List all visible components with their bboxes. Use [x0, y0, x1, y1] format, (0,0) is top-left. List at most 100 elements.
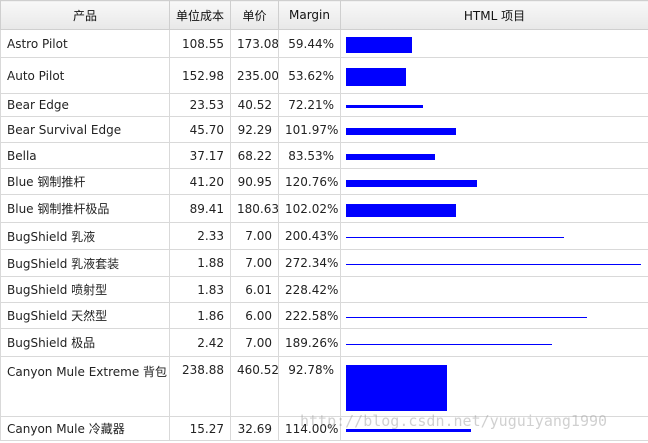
table-row: Bear Edge 23.53 40.52 72.21%	[0, 93, 648, 117]
html-item-bar	[346, 105, 423, 108]
table-row: Canyon Mule 冷藏器 15.27 32.69 114.00%	[0, 416, 648, 441]
table-header-row: 产品 单位成本 单价 Margin HTML 项目	[0, 0, 648, 30]
cell-unit-price: 40.52	[230, 93, 279, 117]
cell-product: Blue 钢制推杆极品	[0, 194, 170, 223]
html-item-bar	[346, 180, 477, 187]
cell-unit-cost: 2.33	[169, 222, 231, 250]
cell-margin: 189.26%	[278, 328, 341, 357]
cell-unit-cost: 2.42	[169, 328, 231, 357]
cell-margin: 200.43%	[278, 222, 341, 250]
cell-html-item	[340, 142, 648, 169]
cell-html-item	[340, 57, 648, 94]
table-row: BugShield 喷射型 1.83 6.01 228.42%	[0, 276, 648, 303]
cell-margin: 272.34%	[278, 249, 341, 277]
cell-product: Auto Pilot	[0, 57, 170, 94]
cell-product: Astro Pilot	[0, 29, 170, 58]
cell-unit-cost: 89.41	[169, 194, 231, 223]
cell-margin: 114.00%	[278, 416, 341, 441]
cell-html-item	[340, 249, 648, 277]
html-item-bar	[346, 154, 435, 160]
table-row: BugShield 乳液套装 1.88 7.00 272.34%	[0, 249, 648, 277]
cell-html-item	[340, 328, 648, 357]
table-row: BugShield 天然型 1.86 6.00 222.58%	[0, 302, 648, 329]
cell-margin: 228.42%	[278, 276, 341, 303]
cell-product: BugShield 乳液套装	[0, 249, 170, 277]
cell-html-item	[340, 93, 648, 117]
column-header-product[interactable]: 产品	[0, 0, 170, 30]
cell-unit-price: 6.01	[230, 276, 279, 303]
cell-unit-cost: 45.70	[169, 116, 231, 143]
cell-product: BugShield 乳液	[0, 222, 170, 250]
html-item-bar	[346, 429, 471, 432]
table-row: Auto Pilot 152.98 235.00 53.62%	[0, 57, 648, 94]
cell-margin: 83.53%	[278, 142, 341, 169]
cell-margin: 53.62%	[278, 57, 341, 94]
table-row: Canyon Mule Extreme 背包 238.88 460.52 92.…	[0, 356, 648, 417]
column-header-html-item[interactable]: HTML 项目	[340, 0, 648, 30]
cell-html-item	[340, 416, 648, 441]
html-item-bar	[346, 68, 406, 86]
table-row: Blue 钢制推杆极品 89.41 180.63 102.02%	[0, 194, 648, 223]
cell-unit-cost: 1.86	[169, 302, 231, 329]
cell-margin: 102.02%	[278, 194, 341, 223]
cell-unit-price: 92.29	[230, 116, 279, 143]
cell-html-item	[340, 276, 648, 303]
cell-html-item	[340, 116, 648, 143]
cell-unit-cost: 1.88	[169, 249, 231, 277]
cell-unit-price: 68.22	[230, 142, 279, 169]
html-item-bar	[346, 344, 552, 345]
table-row: Blue 钢制推杆 41.20 90.95 120.76%	[0, 168, 648, 195]
cell-html-item	[340, 222, 648, 250]
table-row: BugShield 极品 2.42 7.00 189.26%	[0, 328, 648, 357]
cell-margin: 59.44%	[278, 29, 341, 58]
column-header-unit-price[interactable]: 单价	[230, 0, 279, 30]
cell-product: Blue 钢制推杆	[0, 168, 170, 195]
cell-product: Bear Survival Edge	[0, 116, 170, 143]
table-row: Bella 37.17 68.22 83.53%	[0, 142, 648, 169]
html-item-bar	[346, 237, 564, 238]
cell-unit-price: 173.08	[230, 29, 279, 58]
table-row: BugShield 乳液 2.33 7.00 200.43%	[0, 222, 648, 250]
cell-unit-cost: 41.20	[169, 168, 231, 195]
cell-product: BugShield 极品	[0, 328, 170, 357]
cell-unit-cost: 1.83	[169, 276, 231, 303]
cell-unit-cost: 238.88	[169, 356, 231, 417]
cell-unit-price: 7.00	[230, 328, 279, 357]
cell-unit-cost: 108.55	[169, 29, 231, 58]
table-row: Astro Pilot 108.55 173.08 59.44%	[0, 29, 648, 58]
cell-html-item	[340, 29, 648, 58]
html-item-bar	[346, 317, 587, 318]
cell-margin: 120.76%	[278, 168, 341, 195]
cell-product: BugShield 天然型	[0, 302, 170, 329]
product-margin-table: 产品 单位成本 单价 Margin HTML 项目 Astro Pilot 10…	[0, 0, 648, 441]
cell-margin: 92.78%	[278, 356, 341, 417]
cell-margin: 101.97%	[278, 116, 341, 143]
html-item-bar	[346, 204, 456, 217]
cell-unit-cost: 152.98	[169, 57, 231, 94]
cell-unit-price: 32.69	[230, 416, 279, 441]
html-item-bar	[346, 264, 641, 265]
cell-html-item	[340, 194, 648, 223]
column-header-margin[interactable]: Margin	[278, 0, 341, 30]
cell-unit-price: 90.95	[230, 168, 279, 195]
cell-product: Canyon Mule Extreme 背包	[0, 356, 170, 417]
cell-unit-cost: 15.27	[169, 416, 231, 441]
cell-unit-cost: 23.53	[169, 93, 231, 117]
cell-unit-price: 180.63	[230, 194, 279, 223]
cell-unit-cost: 37.17	[169, 142, 231, 169]
html-item-bar	[346, 37, 412, 53]
column-header-unit-cost[interactable]: 单位成本	[169, 0, 231, 30]
cell-product: Bella	[0, 142, 170, 169]
cell-unit-price: 7.00	[230, 222, 279, 250]
cell-unit-price: 6.00	[230, 302, 279, 329]
cell-unit-price: 460.52	[230, 356, 279, 417]
cell-product: Canyon Mule 冷藏器	[0, 416, 170, 441]
cell-unit-price: 235.00	[230, 57, 279, 94]
cell-html-item	[340, 356, 648, 417]
cell-product: Bear Edge	[0, 93, 170, 117]
table-row: Bear Survival Edge 45.70 92.29 101.97%	[0, 116, 648, 143]
cell-html-item	[340, 168, 648, 195]
cell-margin: 222.58%	[278, 302, 341, 329]
cell-unit-price: 7.00	[230, 249, 279, 277]
cell-html-item	[340, 302, 648, 329]
